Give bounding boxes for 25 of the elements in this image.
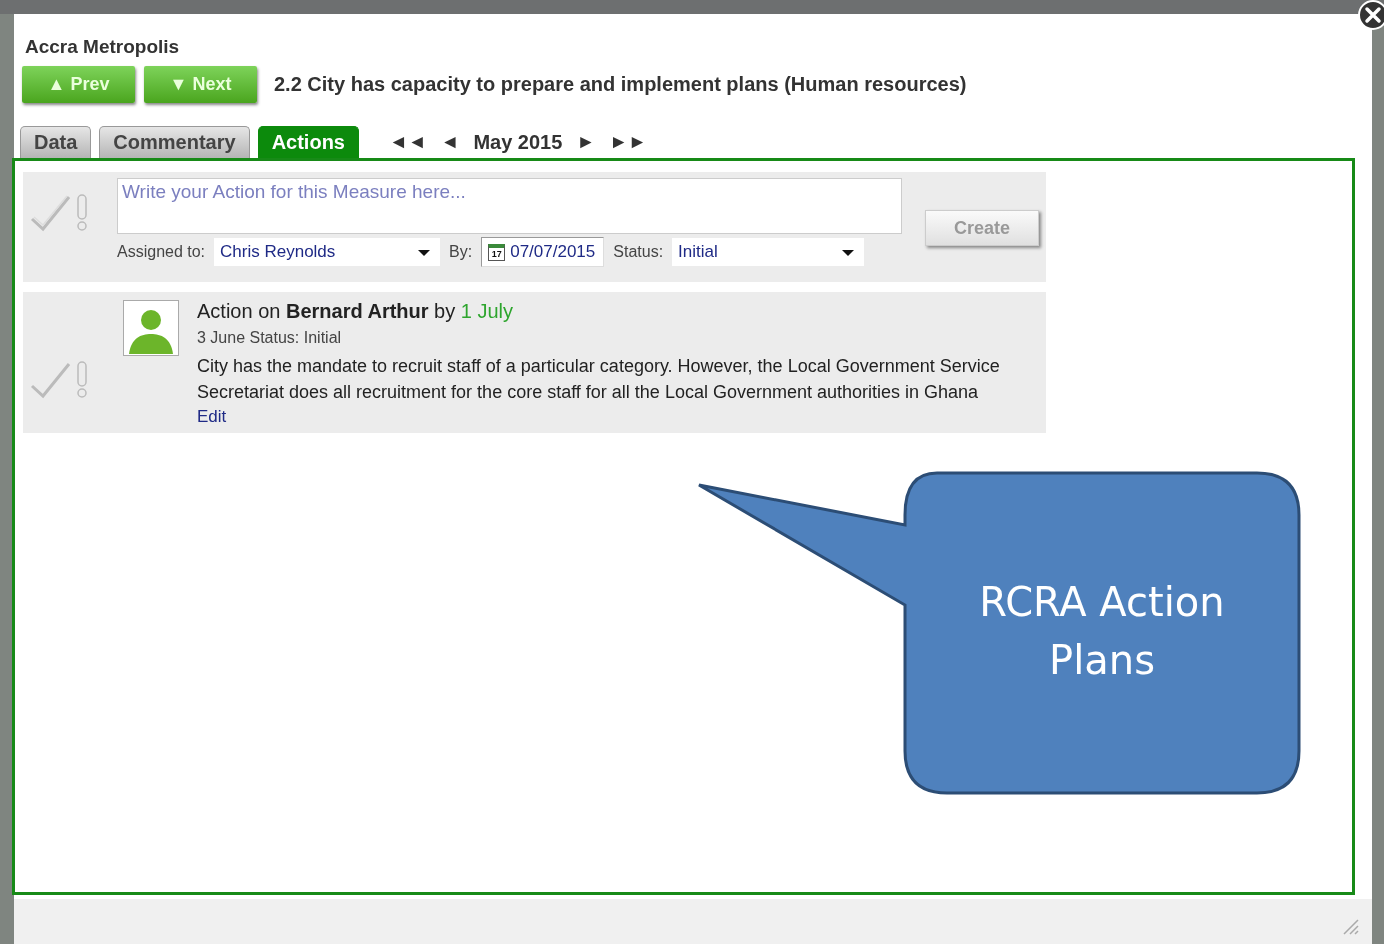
tick-icon[interactable] [29,360,73,400]
last-period-button[interactable]: ►► [609,131,647,153]
tab[interactable]: Commentary [99,126,250,158]
callout-text: RCRA Action Plans [978,578,1226,685]
dialog-title: Accra Metropolis [25,36,181,58]
edit-link[interactable]: Edit [197,407,227,427]
by-label: By: [449,243,473,261]
period-label: May 2015 [473,130,563,154]
first-period-button[interactable]: ◄◄ [388,131,427,153]
action-heading: Action on Bernard Arthur by [197,300,456,322]
action-meta: 3 June Status: Initial [197,329,343,347]
due-date: 1 July [460,300,514,322]
tab[interactable]: Data [20,126,92,158]
next-period-button[interactable]: ► [576,131,596,153]
exclamation-icon[interactable] [75,193,89,233]
status-label: Status: [613,243,664,261]
exclamation-icon[interactable] [75,360,89,400]
previous-period-button[interactable]: ◄ [440,131,460,153]
tick-icon[interactable] [29,193,73,233]
tab[interactable]: Actions [257,126,359,158]
close-icon[interactable] [1358,0,1384,30]
measure-title: 2.2 City has capacity to prepare and implement plans (Human resources) [274,73,967,96]
assigned-label: Assigned to: [117,243,206,261]
avatar-icon [123,300,179,356]
action-text: City has the mandate to recruit staff of a particular category. However, the Local Government Service Secretariat does all recruitment for the core staff for all the Local Government authorities in Ghana [197,355,1001,404]
